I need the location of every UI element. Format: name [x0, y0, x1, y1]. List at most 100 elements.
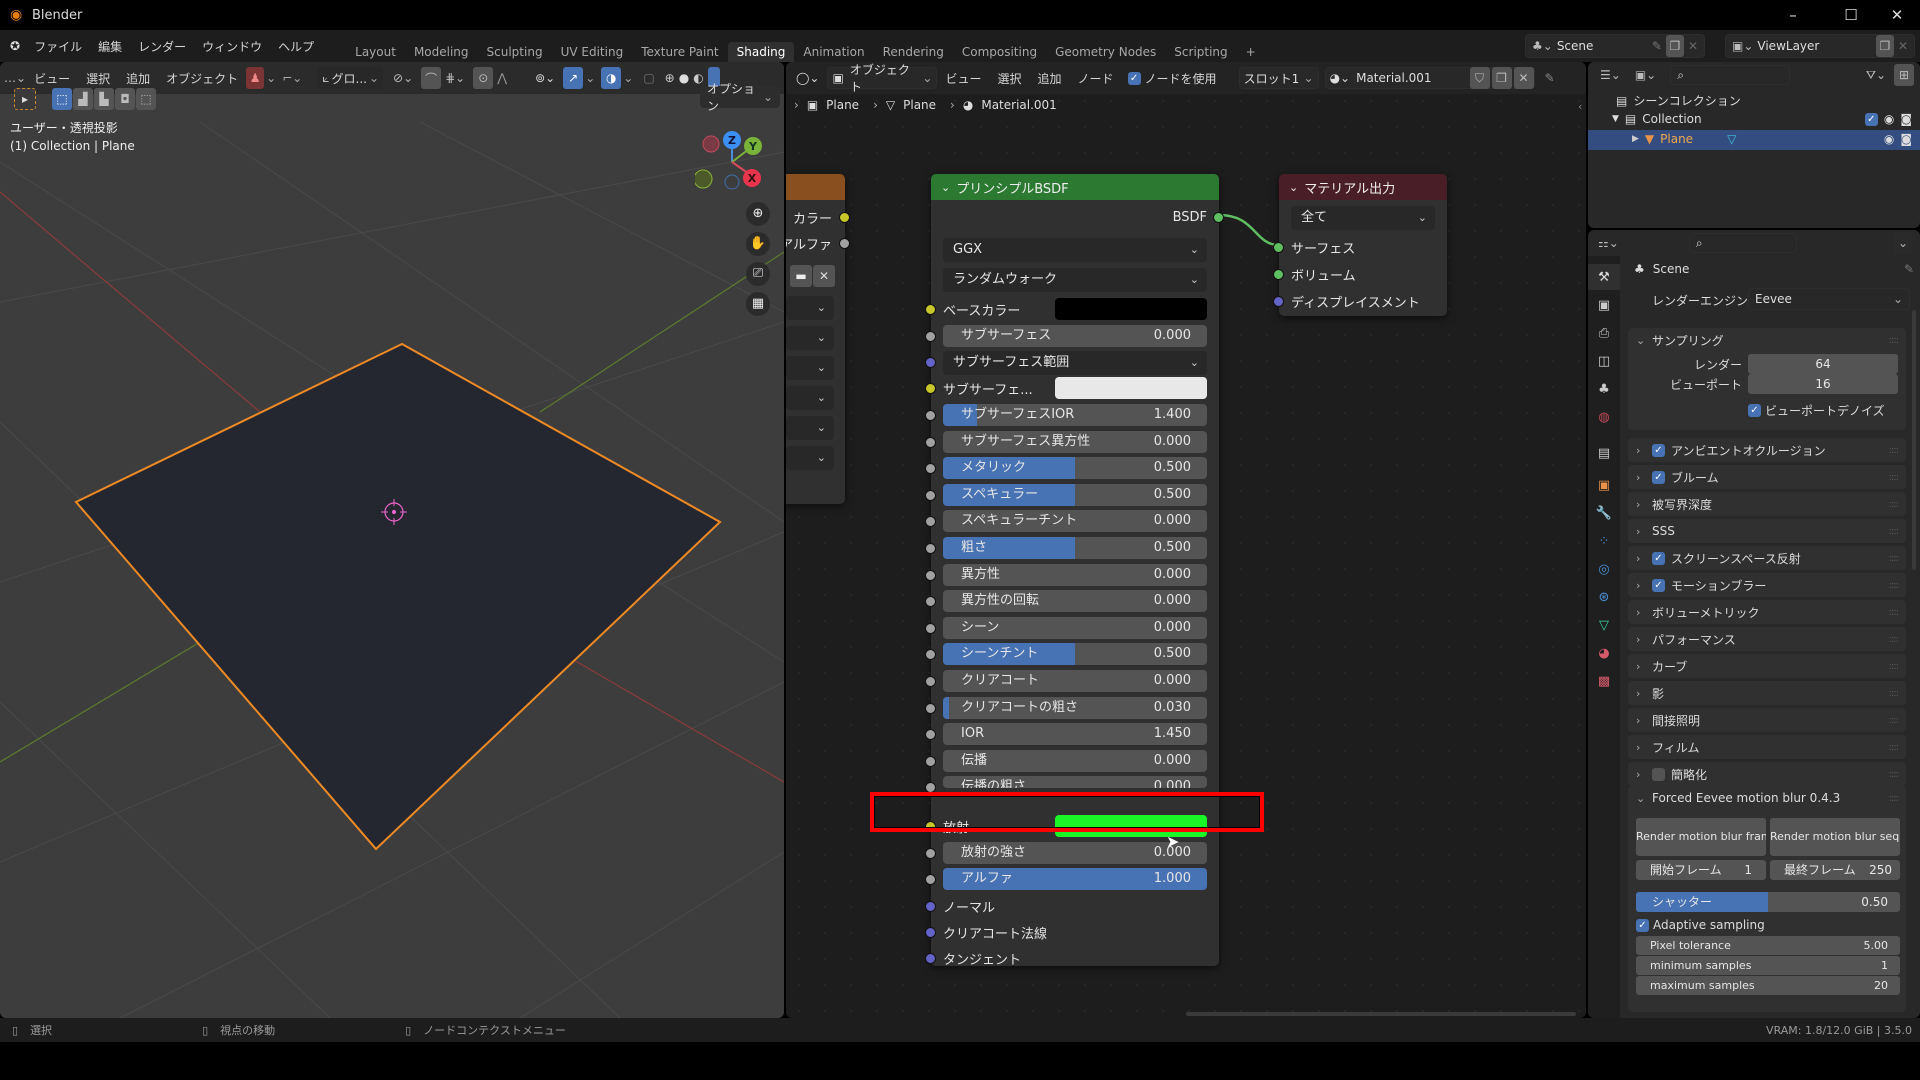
image-texture-node-header[interactable]: [786, 174, 845, 200]
tab-render[interactable]: ▣: [1588, 292, 1620, 318]
snap-target-icon[interactable]: ⋕⌄: [445, 71, 465, 85]
material-output-header[interactable]: ⌄ マテリアル出力: [1279, 174, 1447, 200]
drag-grip-icon[interactable]: ::::: [1889, 472, 1900, 483]
panel-enable-checkbox[interactable]: ✓: [1652, 443, 1665, 457]
wireframe-shading-icon[interactable]: ⊕: [665, 71, 675, 85]
menu-render[interactable]: レンダー: [130, 38, 194, 55]
material-output-node[interactable]: ⌄ マテリアル出力 全て ⌄ サーフェス ボリューム ディスプレイスメント: [1273, 174, 1447, 316]
pin-icon[interactable]: ✎: [1545, 71, 1555, 85]
panel-enable-checkbox[interactable]: ✓: [1652, 470, 1665, 484]
bsdf-slider[interactable]: クリアコートの粗さ 0.030: [943, 696, 1207, 719]
bsdf-slider[interactable]: 伝播 0.000: [943, 749, 1207, 772]
sampling-panel-header[interactable]: ⌄ サンプリング ::::: [1628, 328, 1906, 352]
gizmo-toggle-icon[interactable]: ↗: [563, 67, 584, 89]
panel-header[interactable]: › カーブ::::: [1628, 654, 1906, 678]
chevron-down-icon[interactable]: ⌄: [623, 71, 633, 85]
input-socket[interactable]: [925, 596, 936, 608]
panel-header[interactable]: › SSS::::: [1628, 519, 1906, 543]
tab-world[interactable]: ◍: [1588, 404, 1620, 430]
panel-header[interactable]: › パフォーマンス::::: [1628, 627, 1906, 651]
filter-icon[interactable]: ⛛⌄: [1866, 68, 1886, 83]
image-dropdown-5[interactable]: ⌄: [786, 416, 834, 440]
view-layer-selector[interactable]: ▣⌄ ViewLayer ❐ ✕: [1725, 34, 1915, 58]
maximize-button[interactable]: ☐: [1828, 0, 1874, 30]
solid-shading-icon[interactable]: ●: [679, 71, 689, 85]
bsdf-slider[interactable]: サブサーフェス異方性 0.000: [943, 430, 1207, 453]
input-socket[interactable]: [925, 676, 936, 687]
subsurface-color-socket[interactable]: [925, 383, 936, 394]
drag-grip-icon[interactable]: ::::: [1889, 688, 1900, 699]
shutter-slider[interactable]: シャッター 0.50: [1636, 892, 1900, 912]
panel-header[interactable]: › 影::::: [1628, 681, 1906, 705]
bsdf-slider[interactable]: スペキュラーチント 0.000: [943, 510, 1207, 533]
tab-output[interactable]: ⎙: [1588, 320, 1620, 346]
render-motion-blur-frame-button[interactable]: Render motion blur frame: [1636, 818, 1766, 856]
panel-header[interactable]: › フィルム::::: [1628, 735, 1906, 759]
drag-grip-icon[interactable]: ::::: [1889, 661, 1900, 672]
panel-header[interactable]: › ✓ アンビエントオクルージョン::::: [1628, 438, 1906, 462]
vp-menu-add[interactable]: 追加: [118, 70, 158, 87]
unlink-image-icon[interactable]: ✕: [813, 265, 835, 287]
scene-selector[interactable]: ♣⌄ Scene ✎ ❐ ✕: [1525, 34, 1705, 58]
color-output-socket[interactable]: [839, 212, 850, 223]
drag-grip-icon[interactable]: ::::: [1889, 499, 1900, 510]
eye-icon[interactable]: ◉: [1884, 112, 1894, 126]
node-editor[interactable]: ◯⌄ ▣ オブジェクト ⌄ ビュー 選択 追加 ノード ✓ ノードを使用 スロッ…: [786, 62, 1586, 1018]
view-layer-icon[interactable]: ▣⌄: [1635, 68, 1656, 82]
pixel-tolerance-field[interactable]: Pixel tolerance 5.00: [1636, 936, 1900, 955]
panel-header[interactable]: › 簡略化::::: [1628, 762, 1906, 786]
subsurface-radius-dropdown[interactable]: サブサーフェス範囲 ⌄: [943, 351, 1207, 375]
collection-row[interactable]: ▼ ▤ Collection ✓ ◉ ◙: [1612, 112, 1912, 126]
property-panel[interactable]: › 被写界深度::::: [1628, 492, 1906, 516]
normal-socket[interactable]: [925, 901, 936, 912]
tab-geometry-nodes[interactable]: Geometry Nodes: [1046, 42, 1165, 62]
tab-scripting[interactable]: Scripting: [1165, 42, 1236, 62]
collapse-chevron-icon[interactable]: ⌄: [1289, 181, 1298, 194]
fake-user-shield-icon[interactable]: ⛉: [1469, 67, 1490, 89]
duplicate-material-icon[interactable]: ❐: [1491, 67, 1512, 89]
tab-material[interactable]: ◕: [1588, 640, 1620, 666]
menu-file[interactable]: ファイル: [26, 38, 90, 55]
property-panel[interactable]: › ボリューメトリック::::: [1628, 600, 1906, 624]
close-button[interactable]: ✕: [1874, 0, 1920, 30]
property-panel[interactable]: › 影::::: [1628, 681, 1906, 705]
tab-physics[interactable]: ◎: [1588, 556, 1620, 582]
material-selector[interactable]: ◕⌄ Material.001 ⛉ ❐ ✕: [1324, 67, 1535, 89]
object-mode-dropdown[interactable]: ▣ オブジェクト ⌄: [827, 63, 938, 94]
input-socket[interactable]: [925, 755, 936, 767]
open-image-icon[interactable]: ▬: [790, 265, 812, 287]
visibility-icon[interactable]: ⊚⌄: [535, 71, 555, 85]
input-socket[interactable]: [925, 463, 936, 475]
volume-socket[interactable]: [1273, 269, 1284, 280]
minimize-button[interactable]: –: [1770, 0, 1816, 30]
pivot-icon[interactable]: ⊘⌄: [393, 71, 413, 85]
property-panel[interactable]: › フィルム::::: [1628, 735, 1906, 759]
viewport-samples-field[interactable]: 16: [1748, 374, 1898, 394]
bsdf-slider[interactable]: 伝播の粗さ 0.000: [943, 776, 1207, 789]
drag-grip-icon[interactable]: ::::: [1889, 526, 1900, 537]
display-mode-icon[interactable]: ☰⌄: [1600, 68, 1621, 82]
edge-select-icon[interactable]: ⌐⌄: [282, 71, 302, 85]
input-socket[interactable]: [925, 436, 936, 448]
outliner-search[interactable]: ⌕: [1670, 65, 1791, 85]
tab-tool[interactable]: ⚒: [1588, 264, 1620, 290]
input-socket[interactable]: [925, 331, 936, 342]
tab-rendering[interactable]: Rendering: [874, 42, 953, 62]
render-samples-field[interactable]: 64: [1748, 354, 1898, 374]
menu-help[interactable]: ヘルプ: [270, 38, 322, 55]
displacement-socket[interactable]: [1273, 296, 1284, 307]
panel-enable-checkbox[interactable]: [1652, 767, 1665, 781]
exclude-checkbox[interactable]: ✓: [1864, 112, 1878, 126]
distribution-dropdown[interactable]: GGX ⌄: [943, 238, 1207, 262]
sidebar-toggle-icon[interactable]: ‹: [1578, 100, 1582, 113]
properties-scrollbar[interactable]: [1912, 310, 1916, 570]
drag-grip-icon[interactable]: ::::: [1889, 715, 1900, 726]
property-panel[interactable]: › 簡略化::::: [1628, 762, 1906, 786]
bsdf-output-socket[interactable]: [1213, 212, 1224, 223]
perspective-grid-icon[interactable]: ▦: [746, 292, 770, 316]
ne-menu-node[interactable]: ノード: [1070, 70, 1122, 87]
editor-type-icon[interactable]: ◯⌄: [796, 71, 819, 85]
select-new-icon[interactable]: ⬚: [52, 88, 72, 110]
bsdf-slider[interactable]: サブサーフェスIOR 1.400: [943, 404, 1207, 426]
drag-grip-icon[interactable]: ::::: [1889, 769, 1900, 780]
